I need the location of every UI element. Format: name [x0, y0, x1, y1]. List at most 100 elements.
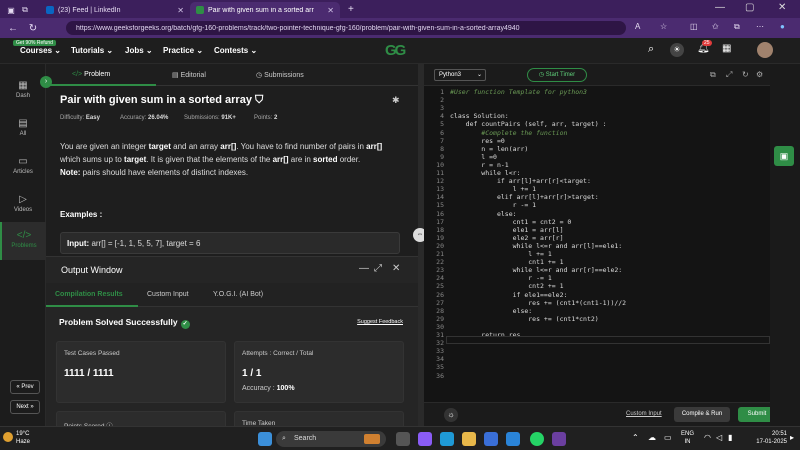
- chat-icon[interactable]: ▣: [774, 146, 794, 166]
- tab-editorial[interactable]: ▤ Editorial: [172, 71, 206, 79]
- card-label: Test Cases Passed: [64, 350, 120, 357]
- store-icon[interactable]: [484, 432, 498, 446]
- favorites-list-icon[interactable]: ✩: [712, 22, 719, 31]
- taskbar-search[interactable]: ⌕ Search: [276, 431, 386, 447]
- favorite-icon[interactable]: ☆: [660, 22, 667, 31]
- fullscreen-icon[interactable]: ⤢: [726, 70, 732, 80]
- output-tabs: Compilation Results Custom Input Y.O.G.I…: [46, 283, 418, 307]
- line-number: 20: [436, 241, 444, 250]
- nav-jobs[interactable]: Jobs ⌄: [125, 46, 153, 55]
- custom-input-link[interactable]: Custom Input: [626, 411, 662, 417]
- code-area[interactable]: 1 #User function Template for python3 2 3 4 c…: [424, 88, 770, 404]
- line-number: 5: [440, 120, 444, 129]
- theme-toggle-icon[interactable]: ☀: [670, 43, 684, 57]
- new-tab-button[interactable]: +: [348, 2, 354, 18]
- code-icon: </>: [72, 71, 83, 78]
- line-number: 2: [440, 96, 444, 105]
- collections-icon[interactable]: ⧉: [734, 22, 740, 32]
- rail-item-all[interactable]: ▤ All: [0, 118, 46, 137]
- check-icon: ✓: [180, 320, 190, 329]
- copilot-icon[interactable]: ●: [780, 22, 785, 31]
- rail-item-problems[interactable]: </> Problems: [0, 222, 46, 260]
- code-line: #Complete the function: [450, 128, 568, 137]
- copy-icon[interactable]: ⧉: [710, 70, 716, 80]
- language-indicator[interactable]: ENG IN: [681, 430, 694, 446]
- close-icon[interactable]: ✕: [392, 263, 400, 274]
- url-text: https://www.geeksforgeeks.org/batch/gfg-…: [76, 24, 520, 32]
- wifi-icon[interactable]: ◠: [704, 433, 711, 442]
- close-icon[interactable]: ✕: [177, 6, 184, 15]
- file-explorer-icon[interactable]: [462, 432, 476, 446]
- problem-description: You are given an integer target and an a…: [60, 142, 383, 177]
- gfg-logo[interactable]: GG: [385, 42, 406, 59]
- split-screen-icon[interactable]: ◫: [690, 22, 698, 31]
- nav-contests[interactable]: Contests ⌄: [214, 46, 257, 55]
- line-number: 12: [436, 177, 444, 186]
- nav-courses[interactable]: Courses ⌄: [20, 46, 61, 55]
- tab-linkedin[interactable]: (23) Feed | LinkedIn ✕: [40, 2, 190, 18]
- code-line: n = len(arr): [450, 144, 529, 153]
- battery-status-icon[interactable]: ▮: [728, 433, 732, 442]
- nav-practice[interactable]: Practice ⌄: [163, 46, 203, 55]
- maximize-icon[interactable]: ▢: [745, 2, 754, 13]
- tab-submissions[interactable]: ◷ Submissions: [256, 71, 304, 79]
- tab-custom-input[interactable]: Custom Input: [147, 291, 189, 298]
- line-number: 9: [440, 152, 444, 161]
- linkedin-icon: [46, 6, 54, 14]
- line-number: 35: [436, 363, 444, 372]
- copilot-icon[interactable]: [418, 432, 432, 446]
- reset-icon[interactable]: ↻: [742, 70, 749, 79]
- hint-icon[interactable]: ☼: [444, 408, 458, 422]
- rail-item-videos[interactable]: ▷ Videos: [0, 194, 46, 213]
- browser-menu-icon[interactable]: ▣: [4, 2, 18, 18]
- video-icon: ▷: [19, 194, 27, 205]
- compile-run-button[interactable]: Compile & Run: [674, 407, 730, 422]
- read-aloud-icon[interactable]: A: [635, 22, 640, 31]
- search-icon[interactable]: ⌕: [648, 43, 654, 56]
- more-icon[interactable]: ⋯: [756, 22, 764, 31]
- bug-report-icon[interactable]: ✱: [392, 95, 400, 106]
- app-icon[interactable]: [552, 432, 566, 446]
- mail-icon[interactable]: [506, 432, 520, 446]
- code-line: else:: [450, 209, 517, 218]
- whatsapp-icon[interactable]: [530, 432, 544, 446]
- bookmark-icon[interactable]: ⛉: [255, 94, 263, 106]
- refresh-icon[interactable]: ↻: [26, 23, 40, 34]
- weather-widget[interactable]: 19°C Haze: [16, 430, 30, 446]
- battery-icon[interactable]: ▭: [664, 433, 672, 442]
- tab-list-icon[interactable]: ⧉: [18, 2, 32, 18]
- suggest-feedback-link[interactable]: Suggest Feedback: [357, 319, 403, 325]
- apps-icon[interactable]: ▦: [722, 43, 731, 54]
- back-icon[interactable]: ←: [6, 23, 20, 34]
- url-field[interactable]: https://www.geeksforgeeks.org/batch/gfg-…: [66, 21, 626, 35]
- rail-item-articles[interactable]: ▭ Articles: [0, 156, 46, 175]
- code-line: class Solution:: [450, 112, 509, 121]
- expand-icon[interactable]: ⤢: [374, 263, 382, 274]
- next-button[interactable]: Next »: [10, 400, 40, 414]
- windows-start-icon[interactable]: [258, 432, 272, 446]
- close-icon[interactable]: ✕: [327, 6, 334, 15]
- collapse-icon[interactable]: ›: [40, 76, 52, 88]
- line-number: 18: [436, 225, 444, 234]
- prev-button[interactable]: « Prev: [10, 380, 40, 394]
- line-number: 25: [436, 282, 444, 291]
- language-select[interactable]: Python3 ⌄: [434, 69, 486, 81]
- task-view-icon[interactable]: [396, 432, 410, 446]
- clock[interactable]: 20:51 17-01-2025: [747, 430, 787, 446]
- nav-tutorials[interactable]: Tutorials ⌄: [71, 46, 113, 55]
- user-avatar[interactable]: [757, 42, 773, 58]
- start-timer-button[interactable]: ◷ Start Timer: [527, 68, 587, 82]
- settings-icon[interactable]: ⚙: [756, 70, 763, 79]
- volume-icon[interactable]: ◁: [716, 433, 722, 442]
- minimize-icon[interactable]: —: [715, 2, 725, 13]
- notification-icon[interactable]: ▸: [790, 433, 794, 442]
- edge-icon[interactable]: [440, 432, 454, 446]
- minimize-icon[interactable]: —: [359, 263, 369, 274]
- tab-yogi-bot[interactable]: Y.O.G.I. (AI Bot): [213, 291, 263, 298]
- tab-compilation-results[interactable]: Compilation Results: [55, 291, 123, 298]
- tab-problem[interactable]: </> Problem: [72, 71, 110, 78]
- tab-gfg-problem[interactable]: Pair with given sum in a sorted arr ✕: [190, 2, 340, 18]
- chevron-up-icon[interactable]: ⌃: [632, 433, 639, 442]
- close-window-icon[interactable]: ✕: [778, 2, 786, 13]
- cloud-icon[interactable]: ☁: [648, 433, 656, 442]
